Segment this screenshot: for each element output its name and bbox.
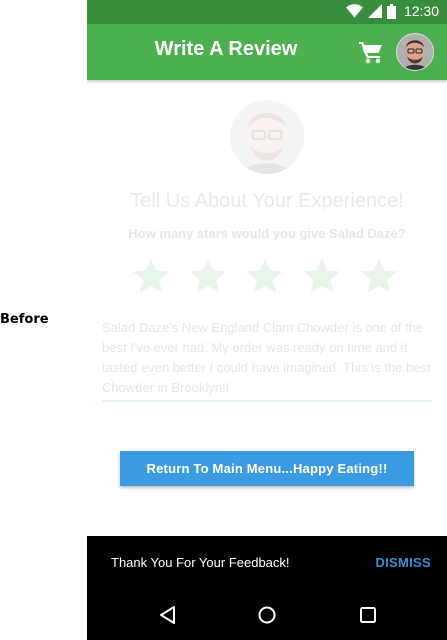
text-field-underline (102, 400, 432, 402)
experience-heading: Tell Us About Your Experience! (130, 190, 404, 212)
status-icons: 12:30 (345, 3, 439, 19)
snackbar-message: Thank You For Your Feedback! (111, 555, 290, 570)
star-rating[interactable] (131, 256, 411, 296)
page-title: Write A Review (154, 38, 298, 60)
back-icon[interactable] (157, 604, 179, 626)
status-time: 12:30 (403, 3, 439, 19)
navigation-bar (87, 590, 447, 640)
star-icon[interactable] (245, 256, 285, 296)
user-photo-icon (397, 34, 433, 70)
phone-screen: 12:30 Write A Review Tell Us About Your … (87, 0, 447, 640)
shopping-cart-icon[interactable] (358, 39, 384, 65)
battery-icon (386, 3, 396, 19)
star-icon[interactable] (131, 256, 171, 296)
status-bar: 12:30 (87, 0, 447, 24)
app-bar: Write A Review (87, 24, 447, 80)
recents-icon[interactable] (357, 604, 379, 626)
star-icon[interactable] (359, 256, 399, 296)
avatar[interactable] (396, 33, 434, 71)
home-icon[interactable] (256, 604, 278, 626)
profile-avatar (230, 100, 304, 174)
snackbar: Thank You For Your Feedback! DISMISS (87, 536, 447, 590)
wifi-icon (345, 4, 363, 18)
dismiss-button[interactable]: DISMISS (375, 555, 431, 570)
return-to-menu-button[interactable]: Return To Main Menu...Happy Eating!! (120, 451, 414, 486)
before-label: Before (0, 312, 49, 327)
star-icon[interactable] (188, 256, 228, 296)
user-photo-icon (230, 100, 304, 174)
star-icon[interactable] (302, 256, 342, 296)
signal-icon (367, 4, 382, 18)
review-text-field[interactable]: Salad Daze's New England Clam Chowder is… (102, 318, 432, 398)
rating-question: How many stars would you give Salad Daze… (128, 226, 406, 241)
